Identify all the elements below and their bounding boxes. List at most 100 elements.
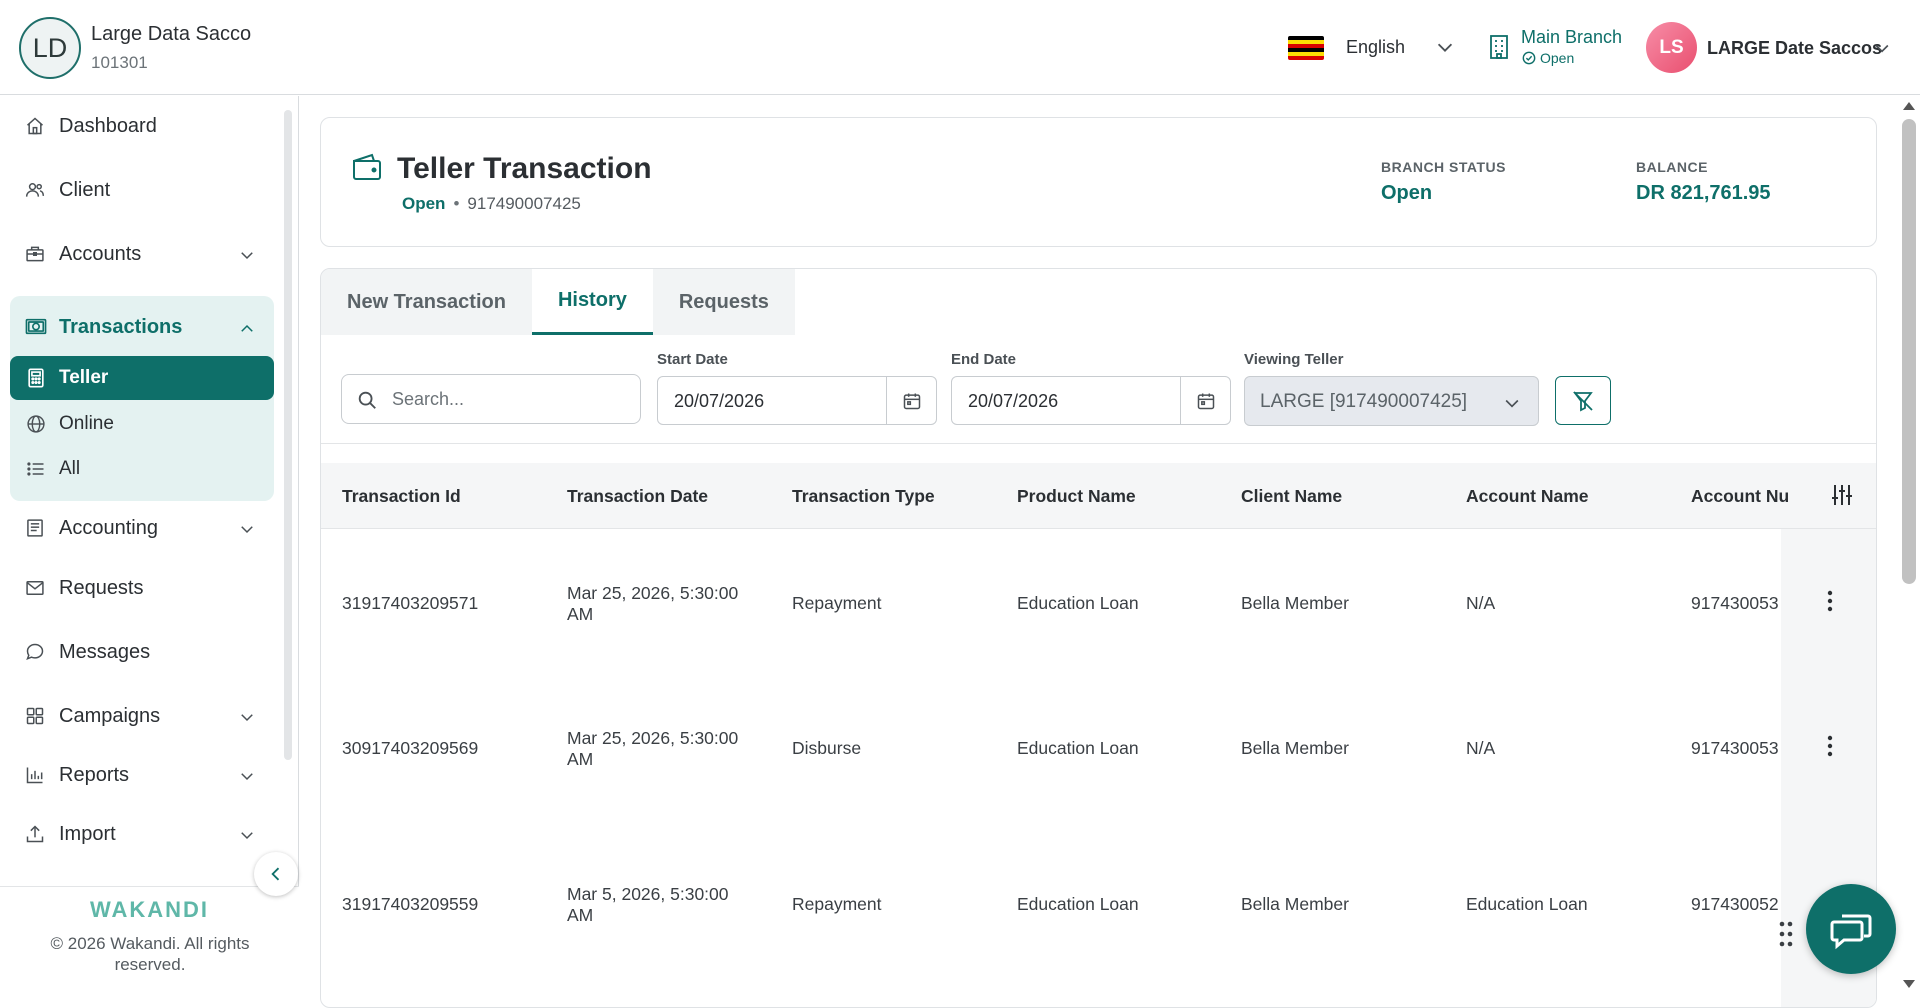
- cell-transaction-id: 31917403209571: [342, 593, 479, 613]
- calendar-icon[interactable]: [886, 377, 936, 424]
- tab-bar: New Transaction History Requests: [321, 269, 795, 335]
- top-header: LD Large Data Sacco 101301 English Main …: [0, 0, 1920, 95]
- sidebar-item-messages[interactable]: Messages: [10, 630, 274, 674]
- cell-date-line: AM: [567, 604, 594, 624]
- scroll-down-arrow-icon[interactable]: [1903, 980, 1915, 988]
- sidebar-item-import[interactable]: Import: [10, 812, 274, 856]
- org-avatar[interactable]: LD: [19, 17, 81, 79]
- start-date-field[interactable]: 20/07/2026: [657, 376, 937, 425]
- sidebar-item-accounts[interactable]: Accounts: [10, 232, 274, 276]
- transactions-card: New Transaction History Requests Start D…: [320, 268, 1877, 1008]
- column-header[interactable]: Transaction Date: [567, 486, 708, 507]
- chevron-left-icon: [266, 864, 286, 884]
- scrollbar-thumb[interactable]: [1902, 119, 1916, 584]
- chevron-down-icon: [238, 520, 256, 538]
- ledger-icon: [25, 518, 45, 538]
- column-header[interactable]: Account Name: [1466, 486, 1589, 507]
- table-row[interactable]: 30917403209569 Mar 25, 2026, 5:30:00 AM D…: [321, 674, 1876, 824]
- uganda-flag-icon[interactable]: [1288, 36, 1324, 60]
- sidebar-item-campaigns[interactable]: Campaigns: [10, 694, 274, 738]
- chevron-down-icon[interactable]: [1434, 36, 1456, 58]
- column-header[interactable]: Account Nu: [1691, 486, 1789, 507]
- cell-transaction-date: Mar 25, 2026, 5:30:00 AM: [567, 583, 738, 625]
- column-settings-icon[interactable]: [1831, 483, 1853, 507]
- grid-icon: [25, 706, 45, 726]
- sidebar-subitem-teller[interactable]: Teller: [10, 356, 274, 400]
- cell-product-name: Education Loan: [1017, 894, 1139, 914]
- column-header[interactable]: Transaction Id: [342, 486, 461, 507]
- sidebar-subitem-label: All: [59, 458, 81, 479]
- chevron-up-icon[interactable]: [238, 320, 256, 338]
- sidebar-item-requests[interactable]: Requests: [10, 566, 274, 610]
- tab-history[interactable]: History: [531, 269, 653, 335]
- drag-handle-icon[interactable]: [1778, 920, 1794, 948]
- more-vertical-icon[interactable]: [1827, 735, 1833, 757]
- sidebar-item-transactions[interactable]: Transactions: [59, 316, 182, 339]
- cell-account-name: N/A: [1466, 593, 1496, 613]
- more-vertical-icon[interactable]: [1827, 590, 1833, 612]
- chat-button[interactable]: [1806, 884, 1896, 974]
- briefcase-icon: [25, 244, 45, 264]
- cell-date-line: Mar 25, 2026, 5:30:00: [567, 728, 739, 748]
- sidebar-item-reports[interactable]: Reports: [10, 753, 274, 797]
- user-name[interactable]: LARGE Date Saccos: [1707, 38, 1882, 59]
- calendar-icon[interactable]: [1180, 377, 1230, 424]
- sidebar-subitem-online[interactable]: Online: [10, 404, 274, 444]
- scroll-up-arrow-icon[interactable]: [1903, 102, 1915, 110]
- calculator-icon: [27, 368, 45, 388]
- cell-date-line: AM: [567, 905, 594, 925]
- table-row[interactable]: 31917403209559 Mar 5, 2026, 5:30:00 AM Re…: [321, 830, 1876, 980]
- teller-status: Open: [402, 194, 446, 213]
- cell-client-name: Bella Member: [1241, 894, 1349, 914]
- chevron-down-icon: [1502, 393, 1522, 413]
- cell-client-name: Bella Member: [1241, 738, 1349, 758]
- branch-status-text: Open: [1540, 50, 1575, 66]
- clear-filter-button[interactable]: [1555, 376, 1611, 425]
- sidebar-item-dashboard[interactable]: Dashboard: [10, 104, 274, 148]
- home-icon: [25, 116, 45, 136]
- column-header[interactable]: Transaction Type: [792, 486, 935, 507]
- start-date-value: 20/07/2026: [674, 391, 765, 411]
- sidebar-scrollbar[interactable]: [284, 110, 292, 760]
- chat-bubbles-icon: [1829, 908, 1873, 950]
- building-icon: [1489, 34, 1509, 60]
- filter-divider: [321, 443, 1876, 444]
- org-code: 101301: [91, 53, 148, 72]
- column-header[interactable]: Product Name: [1017, 486, 1136, 507]
- cell-account-number: 917430052: [1691, 894, 1779, 914]
- branch-name[interactable]: Main Branch: [1521, 27, 1622, 48]
- page-scrollbar[interactable]: [1899, 96, 1920, 998]
- chat-icon: [25, 642, 45, 662]
- sidebar-item-accounting[interactable]: Accounting: [10, 506, 274, 550]
- cell-client-name: Bella Member: [1241, 593, 1349, 613]
- cell-product-name: Education Loan: [1017, 593, 1139, 613]
- balance-value: DR 821,761.95: [1636, 182, 1771, 204]
- sidebar-item-label: Accounting: [59, 516, 158, 539]
- user-menu-chevron-icon[interactable]: [1872, 38, 1892, 58]
- wallet-icon: [351, 152, 383, 182]
- search-box[interactable]: [341, 374, 641, 424]
- balance-label: BALANCE: [1636, 159, 1708, 175]
- collapse-sidebar-button[interactable]: [254, 852, 298, 896]
- mail-icon: [25, 578, 45, 598]
- language-selector[interactable]: English: [1346, 37, 1405, 58]
- sidebar-subitem-all[interactable]: All: [10, 449, 274, 489]
- tab-new-transaction[interactable]: New Transaction: [321, 269, 532, 335]
- user-avatar[interactable]: LS: [1646, 22, 1697, 73]
- viewing-teller-label: Viewing Teller: [1244, 351, 1344, 368]
- list-icon: [26, 459, 46, 479]
- cell-transaction-id: 31917403209559: [342, 894, 479, 914]
- tab-requests[interactable]: Requests: [652, 269, 795, 335]
- upload-icon: [25, 824, 45, 844]
- cell-transaction-date: Mar 25, 2026, 5:30:00 AM: [567, 728, 738, 770]
- cell-account-name: N/A: [1466, 738, 1496, 758]
- viewing-teller-select[interactable]: LARGE [917490007425]: [1244, 376, 1539, 426]
- sidebar-item-label: Accounts: [59, 242, 142, 265]
- column-header[interactable]: Client Name: [1241, 486, 1342, 507]
- sidebar-item-client[interactable]: Client: [10, 168, 274, 212]
- end-date-label: End Date: [951, 351, 1017, 368]
- table-row[interactable]: 31917403209571 Mar 25, 2026, 5:30:00 AM R…: [321, 529, 1876, 679]
- search-input[interactable]: [392, 387, 622, 411]
- sidebar-item-label: Import: [59, 822, 116, 845]
- end-date-field[interactable]: 20/07/2026: [951, 376, 1231, 425]
